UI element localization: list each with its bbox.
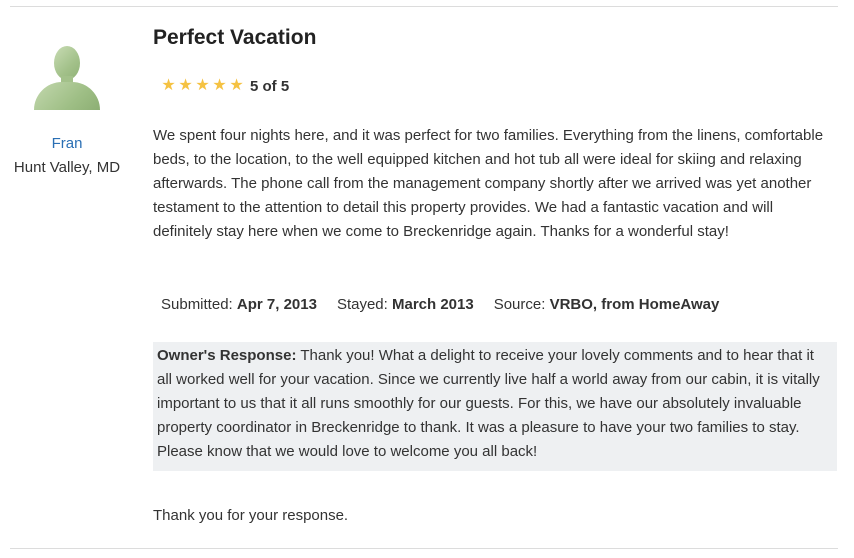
submitted-value: Apr 7, 2013 [236, 296, 317, 313]
review-title: Perfect Vacation [153, 26, 317, 49]
reviewer-card: Fran Hunt Valley, MD [10, 40, 124, 180]
avatar-head [54, 46, 80, 80]
reviewer-location: Hunt Valley, MD [13, 159, 121, 176]
bottom-divider [10, 548, 838, 549]
source-label: Source: [493, 296, 546, 313]
star-icon: ★ [212, 77, 227, 94]
star-icon: ★ [161, 77, 176, 94]
stayed-value: March 2013 [391, 296, 474, 313]
reviewer-name-link[interactable]: Fran [10, 132, 124, 156]
stayed-date: Stayed: March 2013 [337, 293, 474, 317]
source-value: VRBO, from HomeAway [549, 296, 720, 313]
avatar [30, 40, 104, 110]
review-source: Source: VRBO, from HomeAway [494, 293, 720, 317]
star-rating: ★ ★ ★ ★ ★ [160, 77, 245, 95]
owner-response-label: Owner's Response: [157, 347, 297, 364]
star-icon: ★ [195, 77, 210, 94]
owner-response: Owner's Response: Thank you! What a deli… [153, 342, 837, 471]
reviewer-reply: Thank you for your response. [153, 507, 349, 524]
star-icon: ★ [229, 77, 244, 94]
review-body: We spent four nights here, and it was pe… [153, 127, 824, 240]
stayed-label: Stayed: [336, 296, 388, 313]
review-meta: Submitted: Apr 7, 2013 Stayed: March 201… [161, 293, 739, 317]
review-rating: ★ ★ ★ ★ ★ 5 of 5 [160, 77, 289, 95]
avatar-shoulders [34, 82, 100, 110]
rating-text: 5 of 5 [250, 77, 290, 95]
submitted-date: Submitted: Apr 7, 2013 [161, 293, 317, 317]
submitted-label: Submitted: [161, 296, 233, 313]
top-divider [10, 6, 838, 7]
star-icon: ★ [178, 77, 193, 94]
